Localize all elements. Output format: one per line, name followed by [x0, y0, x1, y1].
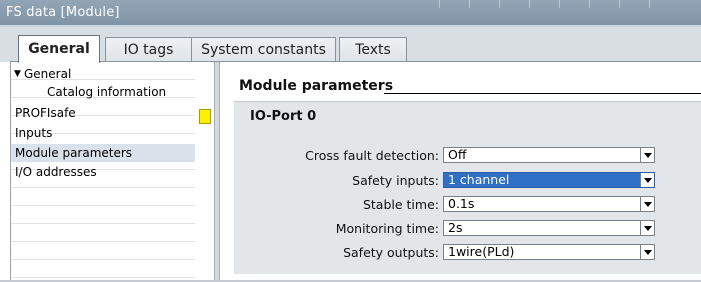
chevron-down-icon[interactable] [640, 173, 654, 187]
select-value: 1 channel [448, 172, 510, 187]
tab-system-constants[interactable]: System constants [191, 37, 336, 62]
nav-row [11, 242, 196, 260]
nav-row [11, 260, 196, 278]
window-titlebar: FS data [Module] [0, 0, 701, 27]
nav-item-io-addresses[interactable]: I/O addresses [15, 163, 97, 181]
chevron-down-icon[interactable] [640, 221, 654, 235]
safety-inputs-select[interactable]: 1 channel [443, 172, 655, 188]
select-value: 2s [448, 220, 463, 235]
tab-strip: General IO tags System constants Texts [0, 27, 701, 63]
section-divider [384, 93, 701, 94]
select-value: 1wire(PLd) [448, 244, 515, 259]
param-label-stable-time: Stable time: [362, 197, 439, 212]
nav-item-label: General [24, 67, 72, 81]
nav-tree: ▼ General Catalog information PROFIsafe … [10, 62, 196, 280]
window-title: FS data [Module] [6, 5, 120, 20]
group-title: IO-Port 0 [250, 109, 317, 124]
tab-io-tags[interactable]: IO tags [105, 37, 192, 62]
select-value: 0.1s [448, 196, 475, 211]
nav-item-general[interactable]: ▼ General [11, 65, 196, 83]
param-label-cross-fault-detection: Cross fault detection: [305, 148, 439, 163]
chevron-down-icon[interactable] [640, 197, 654, 211]
nav-item-inputs[interactable]: Inputs [15, 124, 52, 142]
triangle-down-icon[interactable]: ▼ [14, 65, 21, 83]
nav-item-module-parameters[interactable]: Module parameters [11, 144, 196, 162]
nav-item-catalog-information[interactable]: Catalog information [47, 83, 166, 101]
cross-fault-detection-select[interactable]: Off [443, 147, 655, 163]
tab-texts[interactable]: Texts [339, 37, 407, 62]
param-label-monitoring-time: Monitoring time: [335, 221, 439, 236]
nav-row [11, 188, 196, 206]
monitoring-time-select[interactable]: 2s [443, 220, 655, 236]
nav-row [11, 206, 196, 224]
tab-general[interactable]: General [18, 35, 100, 63]
status-column [195, 62, 213, 280]
param-label-safety-inputs: Safety inputs: [352, 173, 439, 188]
pane-splitter[interactable] [214, 62, 220, 280]
param-label-safety-outputs: Safety outputs: [343, 245, 439, 260]
safety-outputs-select[interactable]: 1wire(PLd) [443, 244, 655, 260]
section-title: Module parameters [239, 78, 394, 94]
status-warning-marker [199, 109, 211, 124]
chevron-down-icon[interactable] [640, 245, 654, 259]
nav-item-profisafe[interactable]: PROFIsafe [15, 104, 76, 122]
titlebar-decoration [421, 0, 671, 8]
select-value: Off [448, 147, 467, 162]
chevron-down-icon[interactable] [640, 148, 654, 162]
stable-time-select[interactable]: 0.1s [443, 196, 655, 212]
nav-row [11, 224, 196, 242]
